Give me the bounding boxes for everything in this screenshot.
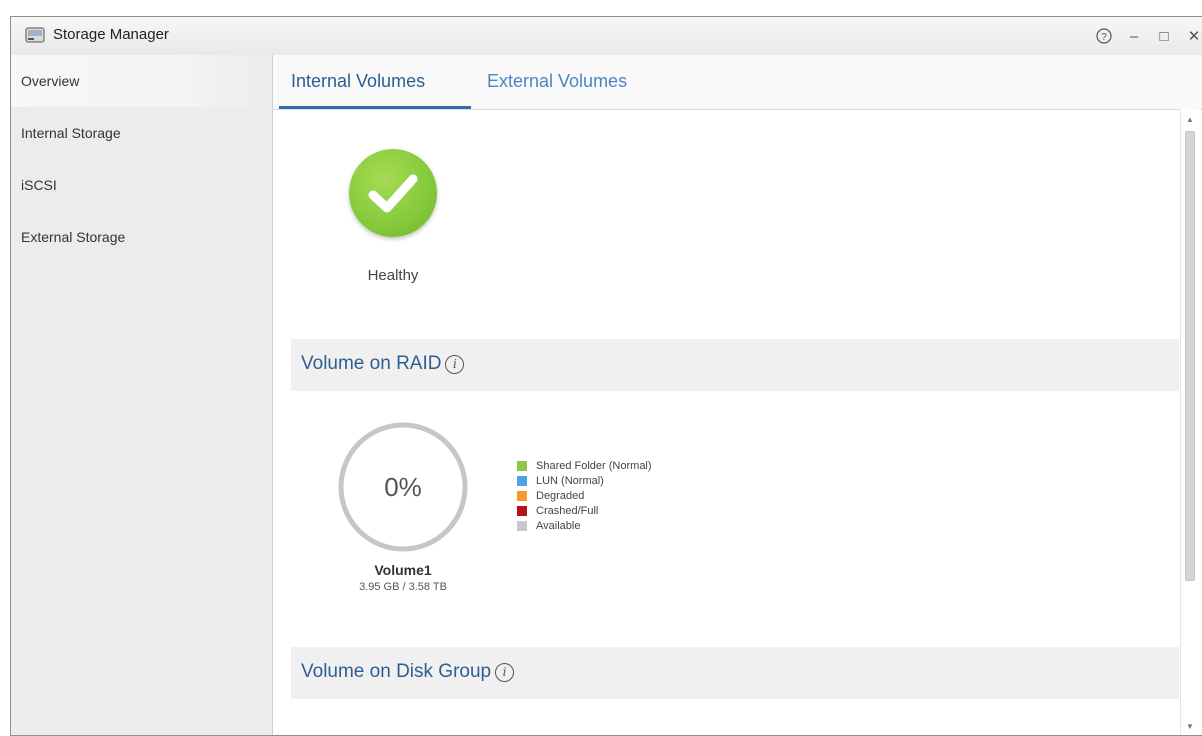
info-icon[interactable]: i (445, 355, 465, 374)
health-status-label: Healthy (367, 267, 419, 284)
legend-label: Available (536, 519, 581, 532)
help-icon: ? (1096, 28, 1112, 44)
legend-swatch (517, 490, 527, 501)
close-icon: ✕ (1187, 28, 1201, 45)
tab-internal-volumes[interactable]: Internal Volumes (291, 71, 425, 92)
tab-bar: Internal Volumes External Volumes (273, 55, 1202, 110)
legend-item-shared-folder: Shared Folder (Normal) (517, 458, 652, 473)
volume-size: 3.95 GB / 3.58 TB (359, 581, 447, 593)
raid-section-title: Volume on RAID (301, 353, 442, 374)
vertical-scrollbar[interactable]: ▲ ▼ (1180, 109, 1199, 735)
scroll-up-arrow-icon[interactable]: ▲ (1186, 115, 1194, 124)
sidebar-item-label: External Storage (21, 229, 126, 245)
tab-external-volumes[interactable]: External Volumes (487, 71, 627, 92)
svg-text:?: ? (1101, 32, 1107, 43)
window-title: Storage Manager (53, 26, 169, 43)
legend-item-degraded: Degraded (517, 488, 652, 503)
main-content: Internal Volumes External Volumes Health… (273, 55, 1202, 735)
volume-name: Volume1 (374, 562, 432, 578)
info-icon[interactable]: i (495, 663, 515, 682)
scrollbar-thumb[interactable] (1185, 131, 1195, 581)
minimize-icon: – (1129, 27, 1139, 45)
close-button[interactable]: ✕ (1179, 23, 1202, 49)
sidebar-item-iscsi[interactable]: iSCSI (11, 159, 272, 211)
sidebar-item-external-storage[interactable]: External Storage (11, 211, 272, 263)
disk-group-section-header: Volume on Disk Group i (291, 647, 1179, 699)
volume-usage-percent: 0% (384, 471, 422, 502)
legend-label: Shared Folder (Normal) (536, 459, 652, 472)
section-title: Volume on RAID i (301, 353, 465, 375)
checkmark-icon (368, 174, 418, 213)
legend-item-lun: LUN (Normal) (517, 473, 652, 488)
scroll-down-arrow-icon[interactable]: ▼ (1186, 722, 1194, 731)
sidebar-item-overview[interactable]: Overview (11, 55, 272, 107)
legend-item-crashed: Crashed/Full (517, 503, 652, 518)
legend-label: Crashed/Full (536, 504, 599, 517)
disk-group-section-title: Volume on Disk Group (301, 661, 492, 682)
sidebar: Overview Internal Storage iSCSI External… (11, 55, 273, 735)
sidebar-item-label: Internal Storage (21, 125, 121, 141)
volume-legend: Shared Folder (Normal) LUN (Normal) Degr… (517, 458, 652, 533)
raid-section-header: Volume on RAID i (291, 339, 1179, 391)
legend-item-available: Available (517, 518, 652, 533)
storage-manager-window: Storage Manager ? – □ ✕ Overview Interna… (10, 16, 1202, 736)
legend-swatch (517, 520, 527, 531)
minimize-button[interactable]: – (1119, 23, 1149, 49)
title-bar[interactable]: Storage Manager ? – □ ✕ (11, 17, 1202, 56)
legend-label: Degraded (536, 489, 585, 502)
sidebar-item-label: Overview (21, 73, 80, 89)
maximize-button[interactable]: □ (1149, 23, 1179, 49)
legend-swatch (517, 505, 527, 516)
storage-manager-app-icon (25, 27, 45, 43)
top-strip (0, 0, 1202, 16)
sidebar-item-label: iSCSI (21, 177, 57, 193)
maximize-icon: □ (1159, 27, 1169, 45)
health-badge (349, 149, 437, 237)
legend-label: LUN (Normal) (536, 474, 604, 487)
sidebar-item-internal-storage[interactable]: Internal Storage (11, 107, 272, 159)
window-controls: ? – □ ✕ (1089, 23, 1202, 49)
help-button[interactable]: ? (1089, 23, 1119, 49)
section-title: Volume on Disk Group i (301, 661, 515, 683)
health-status: Healthy (273, 109, 533, 324)
legend-swatch (517, 475, 527, 486)
legend-swatch (517, 460, 527, 471)
